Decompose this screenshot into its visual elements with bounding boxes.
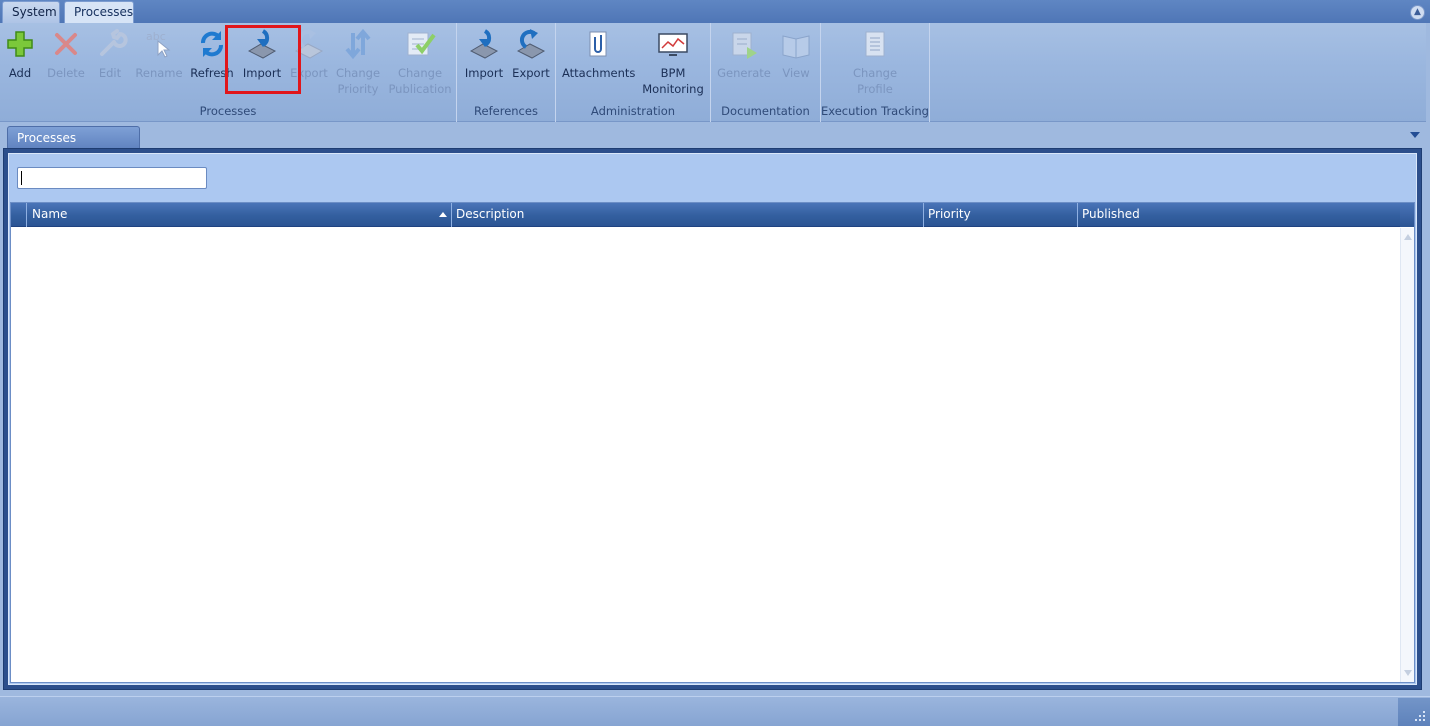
search-input[interactable] <box>17 167 207 189</box>
header-scroll-corner <box>1400 203 1414 227</box>
column-header-description[interactable]: Description <box>452 203 924 227</box>
change-publication-label-2: Publication <box>388 82 452 96</box>
column-header-name-label: Name <box>32 207 68 221</box>
publication-check-icon <box>403 27 437 61</box>
reference-import-label: Import <box>464 66 504 80</box>
group-label-documentation: Documentation <box>721 104 810 118</box>
rename-abc-icon: abc <box>142 27 176 61</box>
book-icon <box>779 27 813 61</box>
sort-ascending-icon <box>439 212 447 217</box>
group-references: Import Export References <box>457 23 556 122</box>
change-publication-label-1: Change <box>397 66 443 80</box>
plus-icon <box>3 27 37 61</box>
vertical-scrollbar[interactable] <box>1400 228 1414 682</box>
rename-label: Rename <box>135 66 183 80</box>
change-profile-button[interactable]: Change Profile <box>843 25 907 101</box>
ribbon-tab-system[interactable]: System <box>2 1 60 23</box>
group-documentation: Generate View Documentation <box>711 23 821 122</box>
delete-button[interactable]: Delete <box>44 25 88 101</box>
group-execution-tracking: Change Profile Execution Tracking <box>821 23 930 122</box>
tab-menu-dropdown-icon[interactable] <box>1410 132 1420 138</box>
group-label-processes: Processes <box>199 104 257 118</box>
document-tab-bar: Processes <box>0 123 1430 151</box>
refresh-icon <box>195 27 229 61</box>
edit-button[interactable]: Edit <box>94 25 128 101</box>
status-bar <box>0 696 1430 726</box>
processes-grid: Name Description Priority Published <box>10 202 1415 683</box>
monitor-chart-icon <box>656 27 690 61</box>
generate-doc-icon <box>727 27 761 61</box>
row-indicator-header <box>11 203 27 227</box>
import-icon <box>467 27 501 61</box>
change-profile-label-2: Profile <box>857 82 893 96</box>
export-icon <box>514 27 548 61</box>
add-button[interactable]: Add <box>2 25 38 101</box>
edit-label: Edit <box>98 66 122 80</box>
processes-panel-inner: Name Description Priority Published <box>8 153 1417 685</box>
reference-export-button[interactable]: Export <box>510 25 552 101</box>
change-profile-label-1: Change <box>852 66 898 80</box>
column-header-name[interactable]: Name <box>28 203 452 227</box>
change-priority-label-1: Change <box>335 66 381 80</box>
column-header-priority[interactable]: Priority <box>924 203 1078 227</box>
group-label-references: References <box>474 104 538 118</box>
reference-export-label: Export <box>512 66 550 80</box>
generate-button[interactable]: Generate <box>717 25 771 101</box>
view-label: View <box>782 66 810 80</box>
rename-button[interactable]: abc Rename <box>134 25 184 101</box>
ribbon: Add Delete Edit abc Rename Refresh Impor… <box>0 23 1426 122</box>
profile-list-icon <box>858 27 892 61</box>
import-highlight-box <box>225 25 301 94</box>
text-caret <box>21 171 22 185</box>
collapse-ribbon-icon[interactable]: ▲ <box>1410 5 1425 20</box>
bpm-monitoring-label-2: Monitoring <box>642 82 704 96</box>
scroll-up-icon[interactable] <box>1404 234 1412 240</box>
bpm-monitoring-button[interactable]: BPM Monitoring <box>640 25 706 101</box>
group-label-administration: Administration <box>590 104 676 118</box>
resize-grip-icon[interactable] <box>1398 698 1430 726</box>
column-header-published[interactable]: Published <box>1078 203 1402 227</box>
delete-x-icon <box>49 27 83 61</box>
paperclip-icon <box>581 27 615 61</box>
ribbon-tab-strip: System Processes ▲ <box>0 0 1430 23</box>
generate-label: Generate <box>717 66 771 80</box>
wrench-icon <box>94 27 128 61</box>
bpm-monitoring-label-1: BPM <box>660 66 686 80</box>
change-priority-button[interactable]: Change Priority <box>334 25 382 101</box>
view-button[interactable]: View <box>777 25 815 101</box>
delete-label: Delete <box>47 66 85 80</box>
priority-arrows-icon <box>341 27 375 61</box>
add-label: Add <box>8 66 32 80</box>
processes-panel: Name Description Priority Published <box>3 148 1422 690</box>
attachments-button[interactable]: Attachments <box>562 25 636 101</box>
grid-header: Name Description Priority Published <box>11 203 1414 227</box>
svg-text:abc: abc <box>146 30 166 43</box>
change-priority-label-2: Priority <box>337 82 379 96</box>
change-publication-button[interactable]: Change Publication <box>388 25 452 101</box>
grid-body <box>11 228 1400 682</box>
attachments-label: Attachments <box>562 66 636 80</box>
scroll-down-icon[interactable] <box>1404 670 1412 676</box>
ribbon-tab-processes[interactable]: Processes <box>64 1 134 23</box>
reference-import-button[interactable]: Import <box>463 25 505 101</box>
group-administration: Attachments BPM Monitoring Administratio… <box>556 23 711 122</box>
group-label-execution-tracking: Execution Tracking <box>821 104 929 118</box>
